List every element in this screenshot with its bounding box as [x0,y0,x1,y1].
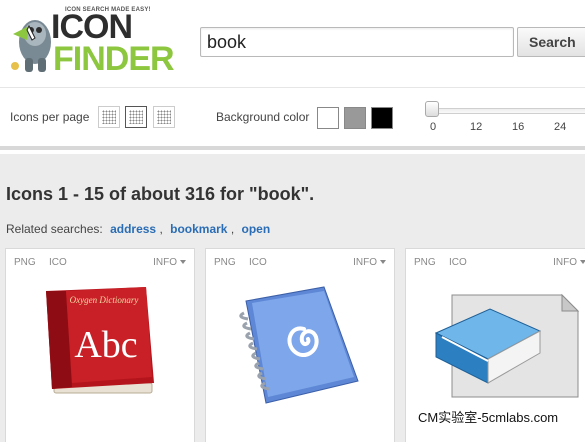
dropdown-arrow-icon [380,260,386,265]
blue-book-document-icon[interactable] [406,279,585,409]
related-link-address[interactable]: address [110,222,156,236]
background-color-label: Background color [216,110,310,124]
red-dictionary-book-icon[interactable]: Oxygen Dictionary Abc [6,279,194,409]
grid-medium-icon [129,110,143,124]
blue-spiral-notebook-icon[interactable] [206,279,394,409]
per-page-option-medium[interactable] [125,106,147,128]
info-dropdown[interactable]: INFO [553,257,585,268]
dropdown-arrow-icon [580,260,585,265]
size-tick: 0 [430,121,437,133]
ico-download-link[interactable]: ICO [249,257,267,268]
book-cover-title: Oxygen Dictionary [70,295,139,305]
grid-small-icon [102,110,116,124]
size-tick: 16 [512,121,525,133]
per-page-option-large[interactable] [153,106,175,128]
iconfinder-logo[interactable]: ICON SEARCH MADE EASY! ICON FINDER [5,2,175,82]
background-black-swatch[interactable] [371,107,393,129]
info-label: INFO [553,257,577,268]
png-download-link[interactable]: PNG [214,257,236,268]
info-dropdown[interactable]: INFO [153,257,186,268]
related-link-open[interactable]: open [242,222,271,236]
info-dropdown[interactable]: INFO [353,257,386,268]
info-label: INFO [153,257,177,268]
background-gray-swatch[interactable] [344,107,366,129]
separator: , [227,222,235,236]
size-tick: 24 [554,121,567,133]
ico-download-link[interactable]: ICO [449,257,467,268]
watermark-text: CM实验室-5cmlabs.com [418,410,559,425]
search-input[interactable] [200,27,514,57]
size-tick: 12 [470,121,483,133]
results-area: Icons 1 - 15 of about 316 for "book". Re… [0,154,585,442]
logo-word-finder: FINDER [53,40,175,78]
icon-size-slider-handle[interactable] [425,101,439,117]
png-download-link[interactable]: PNG [14,257,36,268]
logo-word-icon: ICON [51,8,133,46]
png-download-link[interactable]: PNG [414,257,436,268]
separator: , [156,222,163,236]
search-button[interactable]: Search [517,27,585,57]
per-page-option-small[interactable] [98,106,120,128]
related-link-bookmark[interactable]: bookmark [170,222,227,236]
book-cover-text: Abc [74,324,137,366]
icon-size-slider-track[interactable] [428,108,585,114]
header: ICON SEARCH MADE EASY! ICON FINDER Searc… [0,0,585,88]
options-bar: Icons per page Background color [0,88,585,150]
icon-card: PNG ICO INFO Oxygen Dictionary Abc [5,248,195,442]
results-title: Icons 1 - 15 of about 316 for "book". [6,184,315,204]
icon-card: PNG ICO INFO [205,248,395,442]
dropdown-arrow-icon [180,260,186,265]
ico-download-link[interactable]: ICO [49,257,67,268]
related-searches: Related searches: address , bookmark , o… [6,222,270,236]
info-label: INFO [353,257,377,268]
icons-per-page-label: Icons per page [10,110,90,124]
background-white-swatch[interactable] [317,107,339,129]
grid-large-icon [157,110,171,124]
related-searches-label: Related searches: [6,222,103,236]
